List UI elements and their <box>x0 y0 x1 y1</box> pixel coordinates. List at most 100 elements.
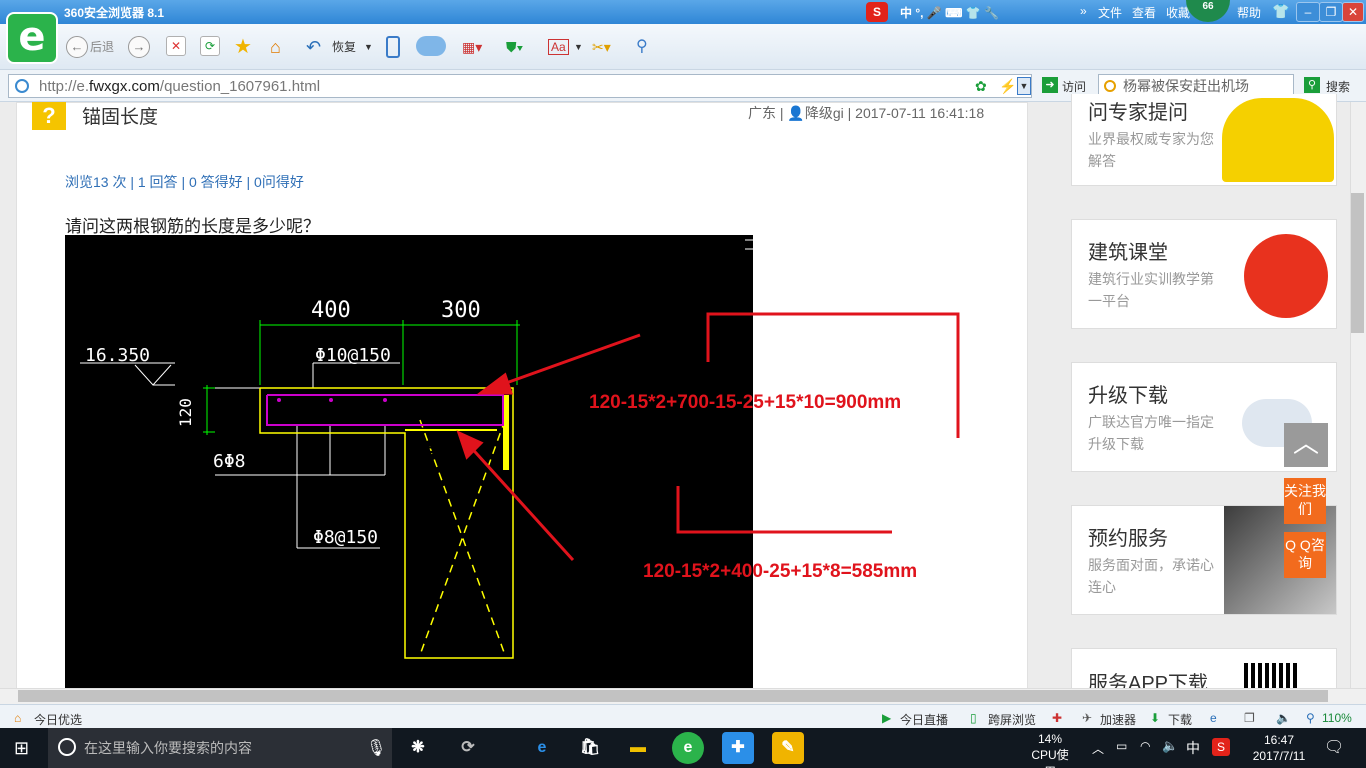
clock[interactable]: 16:47 2017/7/11 <box>1244 732 1314 764</box>
class-logo-icon <box>1244 234 1328 318</box>
accelerator[interactable]: 加速器 <box>1100 711 1136 728</box>
title-bar: 360安全浏览器 8.1 S 中 °, 🎤 ⌨ 👕 🔧 » 文件 查看 收藏 帮… <box>0 0 1366 24</box>
url-text[interactable]: http://e.fwxgx.com/question_1607961.html <box>39 78 320 95</box>
download-icon[interactable]: ⬇ <box>1150 711 1160 725</box>
close-button[interactable]: ✕ <box>1342 2 1364 22</box>
formula-900: 120-15*2+700-15-25+15*10=900mm <box>589 392 902 413</box>
zoom-level[interactable]: 110% <box>1322 711 1352 725</box>
toolbar: ← 后退 → ✕ ⟳ ★ ⌂ ↶ 恢复 ▼ ▦▾ ⛊▾ Aa ▼ ✂▾ ⚲ <box>0 24 1366 70</box>
zoom-icon[interactable]: ⚲ <box>1306 711 1315 725</box>
cortana-icon[interactable] <box>58 738 76 756</box>
horizontal-scroll-thumb[interactable] <box>18 690 1328 702</box>
question-meta: 广东 | 👤降级gi | 2017-07-11 16:41:18 <box>748 105 985 121</box>
ask-expert-title: 问专家提问 <box>1088 102 1188 124</box>
go-icon[interactable]: ➜ <box>1042 77 1058 93</box>
vertical-scroll-thumb[interactable] <box>1351 193 1364 333</box>
money-icon[interactable]: ⛊▾ <box>506 36 523 60</box>
mark-15d-right: 15d <box>523 419 556 440</box>
wifi-icon[interactable]: ◠ <box>1140 739 1150 753</box>
skin-shirt-icon[interactable]: 👕 <box>1272 3 1289 20</box>
ime-indicator[interactable]: 中 <box>1186 738 1200 758</box>
app-blue-icon[interactable]: ✚ <box>722 732 754 764</box>
today-pick-icon[interactable]: ⌂ <box>14 711 21 725</box>
cross-screen-icon[interactable]: ▯ <box>970 711 977 725</box>
menu-view[interactable]: 查看 <box>1132 4 1156 21</box>
zoom-search-icon[interactable]: ⚲ <box>636 36 648 60</box>
menu-chevron-icon[interactable]: » <box>1080 4 1087 18</box>
visit-button[interactable]: 访问 <box>1062 78 1086 95</box>
stop-icon[interactable]: ✕ <box>166 36 186 56</box>
rebar-label-bottom: Φ8@150 <box>313 527 378 548</box>
elevation-label: 16.350 <box>85 345 150 366</box>
notes-icon[interactable]: ✎ <box>772 732 804 764</box>
browser-360-icon[interactable]: e <box>672 732 704 764</box>
medical-icon[interactable]: ✚ <box>1052 711 1062 725</box>
edge-icon[interactable]: e <box>526 732 558 764</box>
download[interactable]: 下载 <box>1168 711 1192 728</box>
mascot-icon <box>1222 98 1334 182</box>
today-live[interactable]: 今日直播 <box>900 711 948 728</box>
today-pick[interactable]: 今日优选 <box>34 711 82 728</box>
mark-15d-left: 15d <box>415 444 448 465</box>
tray-up-icon[interactable]: ︿ <box>1092 740 1104 757</box>
ime-toolbar[interactable]: 中 °, 🎤 ⌨ 👕 🔧 <box>900 4 999 21</box>
favorite-star-icon[interactable]: ★ <box>234 36 252 60</box>
speed-icon[interactable]: ⚡ <box>999 78 1016 95</box>
url-dropdown-icon[interactable]: ▼ <box>1017 77 1031 95</box>
volume-icon[interactable]: 🔈 <box>1276 711 1291 725</box>
translate-icon[interactable]: Aa <box>548 39 569 55</box>
sogou-icon[interactable]: S <box>866 2 888 22</box>
status-bar: ⌂ 今日优选 ▶ 今日直播 ▯ 跨屏浏览 ✚ ✈ 加速器 ⬇ 下载 e ❐ 🔈 … <box>0 704 1366 728</box>
refresh-icon[interactable]: ⟳ <box>200 36 220 56</box>
follow-us-button[interactable]: 关注我们 <box>1284 478 1326 524</box>
maximize-button[interactable]: ❐ <box>1319 2 1343 22</box>
restore-label[interactable]: 恢复 <box>332 36 356 60</box>
battery-icon[interactable]: ▭ <box>1116 739 1127 753</box>
cloud-icon[interactable] <box>416 36 446 56</box>
ask-expert-card[interactable]: 问专家提问 业界最权威专家为您解答 <box>1071 94 1337 186</box>
screenshot-icon[interactable]: ✂▾ <box>592 36 611 60</box>
app-download-card[interactable]: 服务APP下载 <box>1071 648 1337 695</box>
app-swirl-icon[interactable]: ⟳ <box>452 732 484 764</box>
ie-icon[interactable]: e <box>1210 711 1217 725</box>
forward-icon[interactable]: → <box>128 36 150 58</box>
building-class-card[interactable]: 建筑课堂 建筑行业实训教学第一平台 <box>1071 219 1337 329</box>
store-icon[interactable]: 🛍 <box>574 732 606 764</box>
search-button[interactable]: 搜索 <box>1326 78 1350 95</box>
sogou-tray-icon[interactable]: S <box>1212 738 1230 756</box>
apps-icon[interactable]: ▦▾ <box>462 36 482 60</box>
back-to-top-button[interactable]: ︿ <box>1284 423 1328 467</box>
restore-icon[interactable]: ↶ <box>306 36 321 60</box>
phone-icon[interactable] <box>386 36 400 58</box>
restore-dropdown-icon[interactable]: ▼ <box>364 36 373 60</box>
back-icon[interactable]: ← <box>66 36 88 58</box>
accelerator-icon[interactable]: ✈ <box>1082 711 1092 725</box>
question-stats[interactable]: 浏览13 次 | 1 回答 | 0 答得好 | 0问得好 <box>65 172 304 192</box>
search-go-icon[interactable]: ⚲ <box>1304 77 1320 93</box>
class-subtitle: 建筑行业实训教学第一平台 <box>1088 271 1214 309</box>
home-icon[interactable]: ⌂ <box>270 36 281 60</box>
windows-start-icon[interactable]: ⊞ <box>14 738 29 759</box>
live-icon[interactable]: ▶ <box>882 711 891 725</box>
security-icon[interactable]: ✿ <box>975 78 987 95</box>
speaker-icon[interactable]: 🔈 <box>1162 738 1178 754</box>
translate-dropdown-icon[interactable]: ▼ <box>574 36 583 60</box>
window-icon[interactable]: ❐ <box>1244 711 1255 725</box>
qq-consult-button[interactable]: Q Q咨询 <box>1284 532 1326 578</box>
service-subtitle: 服务面对面，承诺心连心 <box>1088 557 1214 595</box>
browser-logo[interactable]: e <box>6 12 58 64</box>
cross-screen[interactable]: 跨屏浏览 <box>988 711 1036 728</box>
address-bar[interactable]: http://e.fwxgx.com/question_1607961.html… <box>8 74 1032 98</box>
notification-icon[interactable]: 🗨 <box>1324 737 1344 757</box>
upgrade-title: 升级下载 <box>1088 385 1168 407</box>
taskbar-search[interactable]: 在这里输入你要搜索的内容 <box>48 728 392 768</box>
task-view-icon[interactable]: ❋ <box>402 732 434 764</box>
file-explorer-icon[interactable]: ▬ <box>622 732 654 764</box>
back-label[interactable]: 后退 <box>90 36 114 60</box>
minimize-button[interactable]: – <box>1296 2 1320 22</box>
search-engine-icon[interactable] <box>1104 80 1116 92</box>
menu-file[interactable]: 文件 <box>1098 4 1122 21</box>
menu-help[interactable]: 帮助 <box>1237 4 1261 21</box>
vertical-scrollbar[interactable] <box>1350 102 1366 688</box>
microphone-icon[interactable]: 🎙 <box>366 738 386 758</box>
